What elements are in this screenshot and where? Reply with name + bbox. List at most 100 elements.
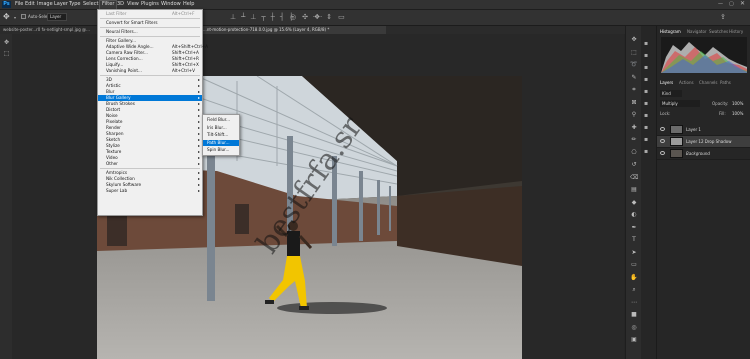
- maximize-icon[interactable]: ▢: [729, 1, 734, 7]
- move-icon[interactable]: ✥: [3, 13, 10, 21]
- panels: Histogram Navigator Swatches History Lay…: [656, 26, 750, 359]
- chevron-down-icon[interactable]: ▾: [14, 15, 16, 20]
- filter-menu-item[interactable]: Other ▸: [98, 161, 202, 167]
- panel-dock-icon[interactable]: ▪: [644, 64, 648, 71]
- menu-separator: [100, 27, 200, 28]
- filter-menu-item[interactable]: Convert for Smart Filters: [98, 20, 202, 26]
- move-tool-icon[interactable]: ✥: [3, 39, 10, 46]
- eraser-icon[interactable]: ⌫: [630, 174, 638, 182]
- menu-item-label: Spin Blur...: [207, 147, 230, 152]
- history-brush-icon[interactable]: ↺: [630, 161, 638, 169]
- layer-row[interactable]: Layer 1: [657, 124, 750, 136]
- panel-dock-icon[interactable]: ▪: [644, 76, 648, 83]
- menu-help[interactable]: Help: [181, 1, 196, 8]
- panel-dock-icon[interactable]: ▪: [644, 100, 648, 107]
- fill-value[interactable]: 100%: [732, 111, 743, 116]
- pen-tool-icon[interactable]: ✒: [630, 224, 638, 232]
- tab-document-2[interactable]: ...nt-motion-protection-718.0.0.jpg @ 15…: [200, 26, 386, 34]
- quick-select-icon[interactable]: ✎: [630, 74, 638, 82]
- minimize-icon[interactable]: —: [718, 1, 723, 7]
- panel-dock-icon[interactable]: ▪: [644, 148, 648, 155]
- share-icon[interactable]: ⇪: [720, 13, 726, 21]
- screen-mode-icon[interactable]: ▣: [630, 336, 638, 344]
- tab-paths[interactable]: Paths: [720, 80, 731, 85]
- marquee-tool-icon[interactable]: ⬚: [630, 49, 638, 57]
- submenu-arrow-icon: ▸: [197, 161, 200, 166]
- blur-gallery-item[interactable]: Field Blur...: [203, 117, 239, 123]
- lock-label: Lock:: [660, 111, 671, 116]
- clone-stamp-icon[interactable]: ⎔: [630, 149, 638, 157]
- move-tool-icon[interactable]: ✥: [630, 36, 638, 44]
- panel-dock-icon[interactable]: ▪: [644, 124, 648, 131]
- menu-item-label: Tilt-Shift...: [207, 132, 229, 137]
- foreground-color-icon[interactable]: ■: [630, 311, 638, 319]
- crop-tool-icon[interactable]: ⌗: [630, 86, 638, 94]
- quick-mask-icon[interactable]: ◎: [630, 324, 638, 332]
- hand-tool-icon[interactable]: ✋: [630, 274, 638, 282]
- path-select-icon[interactable]: ➤: [630, 249, 638, 257]
- zoom-tool-icon[interactable]: ⌕: [630, 286, 638, 294]
- filter-menu-item[interactable]: Super Lab ▸: [98, 188, 202, 194]
- filter-menu-item[interactable]: Neural Filters...: [98, 29, 202, 35]
- menu-item-label: Path Blur...: [207, 139, 230, 145]
- opacity-label: Opacity:: [712, 101, 729, 106]
- frame-tool-icon[interactable]: ⊠: [630, 99, 638, 107]
- type-tool-icon[interactable]: T: [630, 236, 638, 244]
- menu-item-shortcut: Alt+Ctrl+F: [172, 11, 195, 16]
- menu-item-label: Super Lab: [106, 188, 128, 193]
- menu-item-label: Iris Blur...: [207, 124, 227, 130]
- eye-icon[interactable]: [660, 151, 665, 155]
- layer-row[interactable]: Background: [657, 148, 750, 160]
- blur-tool-icon[interactable]: ◆: [630, 199, 638, 207]
- tab-swatches[interactable]: Swatches: [709, 29, 728, 34]
- auto-select-checkbox[interactable]: [21, 14, 26, 19]
- 3d-mode-icons[interactable]: ◎✣❖⇕▭: [290, 13, 351, 21]
- rectangle-tool-icon[interactable]: ▭: [630, 261, 638, 269]
- healing-brush-icon[interactable]: ✚: [630, 124, 638, 132]
- marquee-tool-icon[interactable]: ⬚: [3, 50, 10, 57]
- filter-menu-item[interactable]: Last Filter Alt+Ctrl+F: [98, 11, 202, 17]
- menu-select[interactable]: Select: [81, 1, 100, 8]
- menu-item-label: Neural Filters...: [106, 29, 138, 34]
- blur-gallery-item[interactable]: Path Blur...: [203, 139, 239, 146]
- panel-dock-icon[interactable]: ▪: [644, 52, 648, 59]
- tab-histogram[interactable]: Histogram: [660, 29, 681, 34]
- blur-gallery-item[interactable]: Tilt-Shift...: [203, 132, 239, 138]
- menu-item-shortcut: Alt+Ctrl+V: [172, 68, 196, 73]
- blur-gallery-item[interactable]: Iris Blur...: [203, 125, 239, 131]
- brush-tool-icon[interactable]: ✏: [630, 136, 638, 144]
- layer-kind-filter[interactable]: Kind: [660, 90, 682, 97]
- panel-dock-icon[interactable]: ▪: [644, 136, 648, 143]
- tab-document-1[interactable]: website-poster...r0 fx-netlight-smpl.jpg…: [0, 26, 106, 34]
- tab-actions[interactable]: Actions: [679, 80, 694, 85]
- tab-navigator[interactable]: Navigator: [687, 29, 707, 34]
- filter-menu-item[interactable]: Vanishing Point... Alt+Ctrl+V: [98, 68, 202, 74]
- tab-channels[interactable]: Channels: [699, 80, 718, 85]
- right-tools-bar: ✥ ⬚ ➰ ✎ ⌗ ⊠ ⚲ ✚ ✏ ⎔ ↺ ⌫ ▤ ◆ ◐ ✒ T ➤ ▭ ✋ ⌕ ⋯ ■ ◎ ▣: [625, 26, 641, 359]
- tab-layers[interactable]: Layers: [660, 80, 673, 85]
- layer-row-selected[interactable]: Layer 12 Drop Shadow: [657, 136, 750, 148]
- blur-gallery-submenu: Field Blur... Iris Blur... Tilt-Shift... Pa…: [202, 114, 240, 156]
- layer-thumbnail: [670, 137, 683, 146]
- more-tools-icon[interactable]: ⋯: [630, 299, 638, 307]
- menu-window[interactable]: Window: [159, 1, 183, 8]
- eyedropper-icon[interactable]: ⚲: [630, 111, 638, 119]
- blur-gallery-item[interactable]: Spin Blur...: [203, 147, 239, 153]
- panel-dock-icon[interactable]: ▪: [644, 40, 648, 47]
- blend-mode-dropdown[interactable]: Multiply: [660, 100, 700, 107]
- photoshop-logo[interactable]: Ps: [2, 1, 11, 8]
- gradient-icon[interactable]: ▤: [630, 186, 638, 194]
- eye-icon[interactable]: [660, 139, 665, 143]
- opacity-value[interactable]: 100%: [732, 101, 743, 106]
- dodge-tool-icon[interactable]: ◐: [630, 211, 638, 219]
- panel-dock-icon[interactable]: ▪: [644, 88, 648, 95]
- panel-dock-icon[interactable]: ▪: [644, 112, 648, 119]
- tab-history[interactable]: History: [729, 29, 743, 34]
- auto-select-dropdown[interactable]: Layer: [47, 13, 67, 21]
- close-icon[interactable]: ✕: [740, 0, 745, 7]
- menu-separator: [100, 18, 200, 19]
- menu-plugins[interactable]: Plugins: [139, 1, 161, 8]
- eye-icon[interactable]: [660, 127, 665, 131]
- lasso-tool-icon[interactable]: ➰: [630, 61, 638, 69]
- submenu-arrow-icon: ▸: [197, 188, 200, 193]
